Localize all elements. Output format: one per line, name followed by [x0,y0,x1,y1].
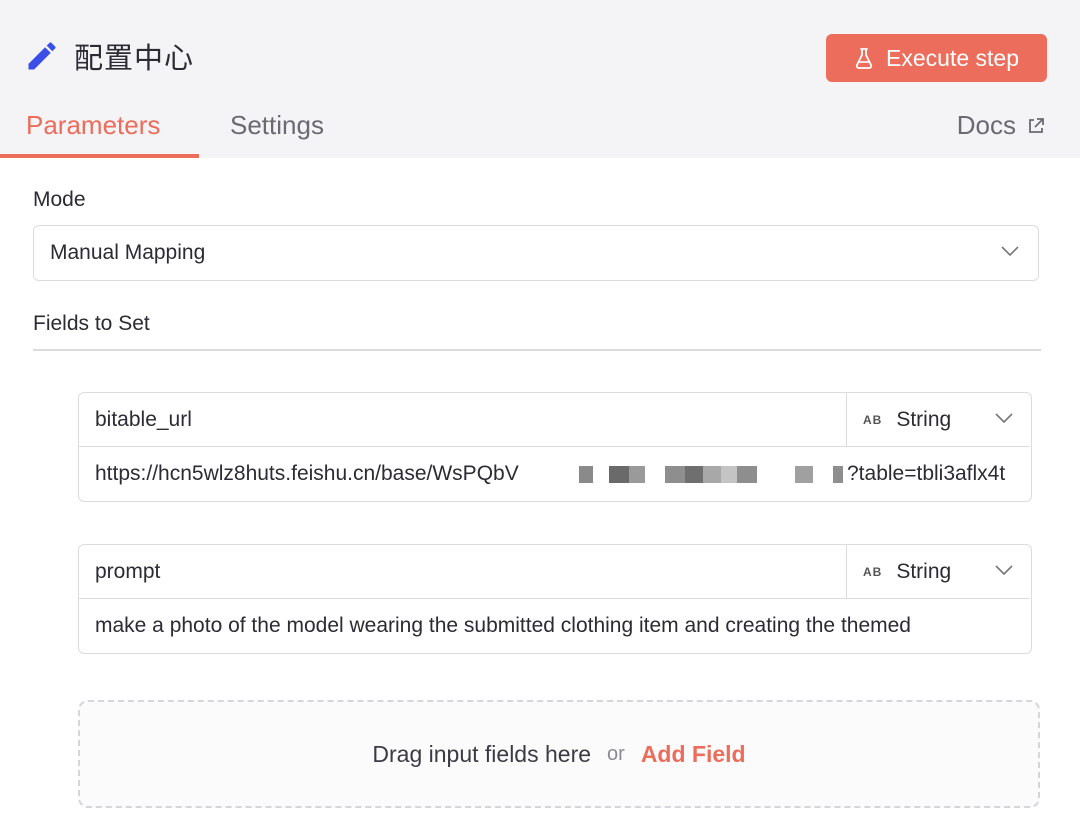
chevron-down-icon [995,565,1013,576]
pencil-icon [28,42,56,70]
title-row: 配置中心 [24,34,194,78]
redaction-mask [579,457,843,491]
panel-header: 配置中心 Execute step Parameters Settings Do… [0,0,1080,158]
field-type-select[interactable]: AB String [847,393,1030,447]
string-type-icon: AB [863,564,883,579]
dropzone-or: or [607,742,625,765]
fields-to-set-label: Fields to Set [33,312,150,335]
field-type-label: String [896,559,952,583]
configuration-panel: 配置中心 Execute step Parameters Settings Do… [0,0,1080,814]
tab-bar: Parameters Settings Docs [0,104,1080,158]
field-value-prefix: https://hcn5wlz8huts.feishu.cn/base/WsPQ… [95,461,519,485]
docs-label: Docs [956,110,1016,140]
field-entry: bitable_url AB String https://hcn5wlz8hu… [78,392,1032,502]
execute-step-label: Execute step [886,44,1019,71]
string-type-icon: AB [863,412,883,427]
add-field-button[interactable]: Add Field [641,741,746,768]
docs-link[interactable]: Docs [957,110,1046,141]
chevron-down-icon [1001,246,1019,257]
external-link-icon [1029,117,1044,133]
field-dropzone[interactable]: Drag input fields here or Add Field [78,700,1040,808]
dropzone-text: Drag input fields here [372,740,592,767]
field-type-select[interactable]: AB String [847,545,1030,599]
tab-settings[interactable]: Settings [230,110,324,141]
field-value-input[interactable]: make a photo of the model wearing the su… [79,599,1030,652]
field-value-suffix: ?table=tbli3aflx4t [847,461,1006,485]
page-title: 配置中心 [74,41,195,75]
field-type-label: String [896,407,952,431]
mode-select[interactable]: Manual Mapping [33,225,1039,281]
mode-label: Mode [33,188,86,211]
field-entry: prompt AB String make a photo of the mod… [78,544,1032,654]
tab-parameters[interactable]: Parameters [26,110,160,141]
field-name-input[interactable]: prompt [79,545,847,599]
mode-selected-value: Manual Mapping [50,241,206,264]
chevron-down-icon [995,413,1013,424]
field-name-input[interactable]: bitable_url [79,393,847,447]
section-divider [33,349,1041,351]
active-tab-indicator [0,154,199,158]
field-value-input[interactable]: https://hcn5wlz8huts.feishu.cn/base/WsPQ… [79,447,1030,500]
flask-icon [855,48,873,69]
execute-step-button[interactable]: Execute step [826,34,1047,82]
